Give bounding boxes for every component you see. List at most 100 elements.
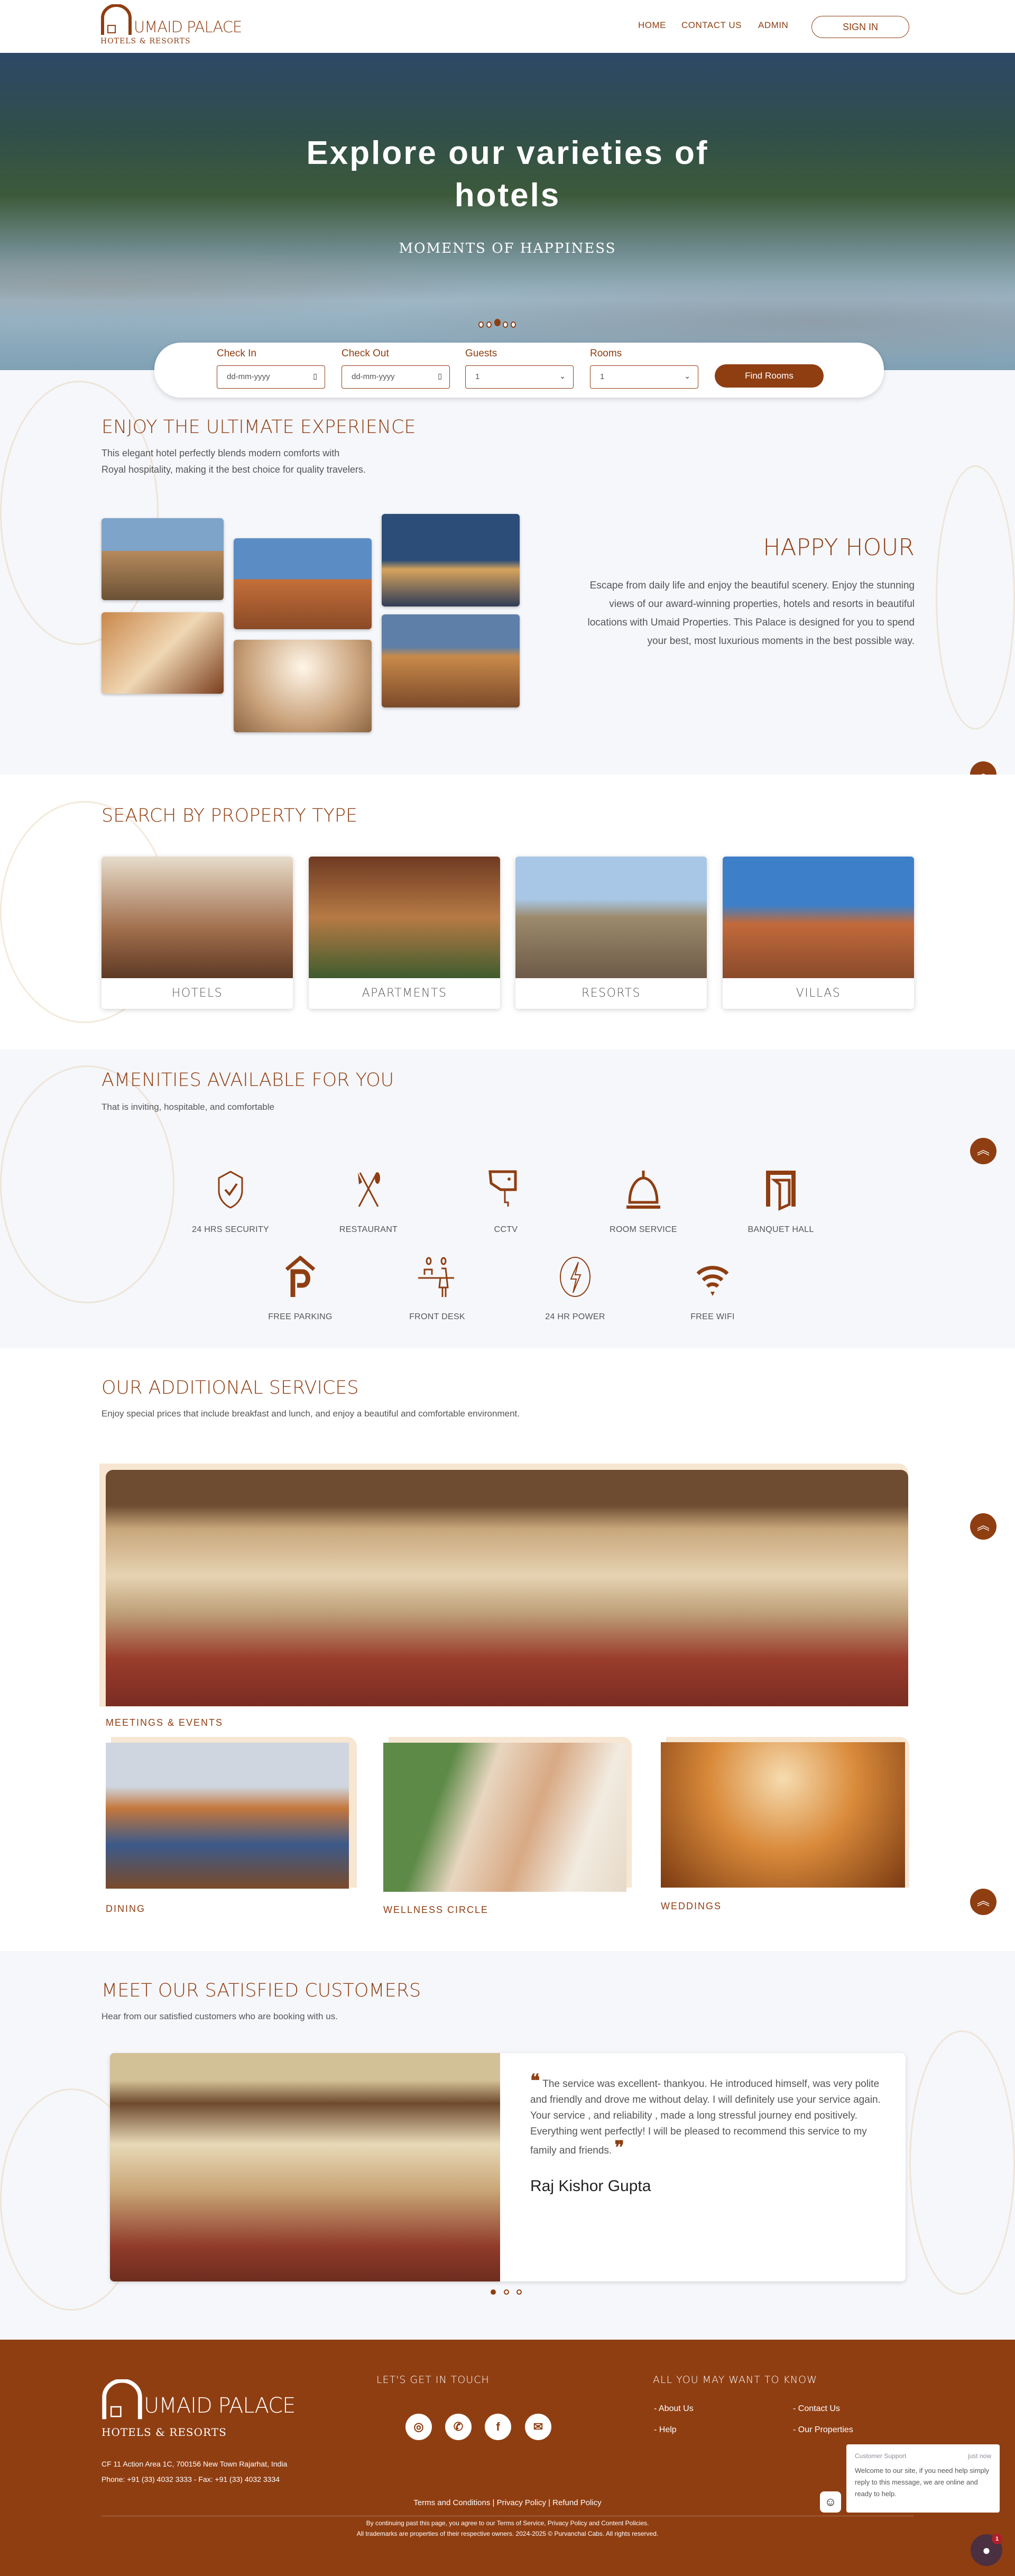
brand-name[interactable]: UMAID PALACE xyxy=(134,18,242,36)
section-title: MEET OUR SATISFIED CUSTOMERS xyxy=(102,1980,421,2001)
nav-home[interactable]: HOME xyxy=(638,20,666,31)
amenity-free-wifi: FREE WIFI xyxy=(660,1256,765,1322)
cctv-icon xyxy=(488,1170,517,1207)
property-card-villas[interactable]: VILLAS xyxy=(723,857,914,1009)
rooms-label: Rooms xyxy=(590,348,622,359)
testimonial-quote: ❝ The service was excellent- thankyou. H… xyxy=(530,2072,890,2159)
fork-spoon-icon xyxy=(358,1172,380,1207)
facebook-icon[interactable]: f xyxy=(485,2414,511,2440)
amenity-label: FREE WIFI xyxy=(690,1312,735,1321)
property-label: VILLAS xyxy=(796,987,841,1000)
front-desk-icon xyxy=(418,1257,454,1297)
footer-link-our-properties[interactable]: - Our Properties xyxy=(793,2425,853,2435)
footer-link-help[interactable]: - Help xyxy=(654,2425,677,2435)
rooms-select[interactable]: 1 ⌄ xyxy=(590,365,698,389)
whatsapp-icon[interactable]: ✆ xyxy=(445,2414,472,2440)
logo-arch-icon[interactable] xyxy=(100,4,132,36)
meetings-events-image[interactable] xyxy=(106,1470,908,1706)
carousel-dot[interactable] xyxy=(511,321,516,328)
chat-unread-badge: 1 xyxy=(992,2534,1002,2544)
hero-title: Explore our varieties of hotels xyxy=(306,135,709,214)
section-title: AMENITIES AVAILABLE FOR YOU xyxy=(102,1070,394,1091)
scroll-to-top-button[interactable]: ︽ xyxy=(970,1138,996,1164)
carousel-dot-active[interactable] xyxy=(494,319,501,326)
gallery-image xyxy=(102,518,224,600)
amenity-label: ROOM SERVICE xyxy=(610,1225,677,1234)
guests-select[interactable]: 1 ⌄ xyxy=(465,365,574,389)
guests-value: 1 xyxy=(475,372,480,381)
property-image xyxy=(723,857,914,978)
site-header: UMAID PALACE HOTELS & RESORTS HOME CONTA… xyxy=(0,0,1015,53)
nav-contact-us[interactable]: CONTACT US xyxy=(681,20,742,31)
check-in-input[interactable]: dd-mm-yyyy ▯ xyxy=(217,365,325,389)
service-label-dining[interactable]: DINING xyxy=(106,1903,145,1915)
happy-hour-text: Escape from daily life and enjoy the bea… xyxy=(587,580,915,647)
check-out-input[interactable]: dd-mm-yyyy ▯ xyxy=(342,365,450,389)
property-card-apartments[interactable]: APARTMENTS xyxy=(309,857,500,1009)
quote-close-icon: ❞ xyxy=(614,2137,624,2158)
property-label: RESORTS xyxy=(581,987,641,1000)
footer-brand: UMAID PALACE xyxy=(144,2394,296,2418)
instagram-icon[interactable]: ◎ xyxy=(405,2414,432,2440)
footer-link-contact-us[interactable]: - Contact Us xyxy=(793,2404,840,2414)
experience-section: ENJOY THE ULTIMATE EXPERIENCE This elega… xyxy=(0,370,1015,775)
booking-form: Check In dd-mm-yyyy ▯ Check Out dd-mm-yyy… xyxy=(154,343,884,398)
amenity-label: FREE PARKING xyxy=(268,1312,333,1321)
service-label-weddings[interactable]: WEDDINGS xyxy=(661,1901,722,1912)
carousel-dot[interactable] xyxy=(503,321,508,328)
amenity-label: 24 HR POWER xyxy=(545,1312,605,1321)
amenity-24-hr-power: 24 HR POWER xyxy=(522,1256,628,1322)
gallery-image xyxy=(382,614,520,707)
dining-image[interactable] xyxy=(106,1743,349,1889)
section-title: ENJOY THE ULTIMATE EXPERIENCE xyxy=(102,417,416,438)
scroll-to-top-button[interactable]: ︽ xyxy=(970,1513,996,1540)
parking-icon xyxy=(285,1255,316,1297)
footer-logo-icon xyxy=(102,2378,143,2421)
section-subtitle-line2: Royal hospitality, making it the best ch… xyxy=(102,464,366,475)
amenity-room-service: ROOM SERVICE xyxy=(590,1169,696,1235)
wellness-image[interactable] xyxy=(383,1743,626,1892)
footer-address: CF 11 Action Area 1C, 700156 New Town Ra… xyxy=(102,2460,288,2468)
property-card-resorts[interactable]: RESORTS xyxy=(515,857,707,1009)
section-subtitle: Hear from our satisfied customers who ar… xyxy=(102,2011,338,2021)
gallery-image xyxy=(382,514,520,606)
guests-label: Guests xyxy=(465,348,497,359)
happy-hour-title: HAPPY HOUR xyxy=(763,534,915,561)
footer-link-about-us[interactable]: - About Us xyxy=(654,2404,694,2414)
calendar-icon[interactable]: ▯ xyxy=(313,372,317,381)
service-label-meetings[interactable]: MEETINGS & EVENTS xyxy=(106,1717,223,1728)
footer-tagline: HOTELS & RESORTS xyxy=(102,2426,227,2439)
service-label-wellness[interactable]: WELLNESS CIRCLE xyxy=(383,1905,488,1916)
section-title: OUR ADDITIONAL SERVICES xyxy=(102,1377,359,1399)
amenity-free-parking: FREE PARKING xyxy=(247,1255,353,1322)
brand-tagline: HOTELS & RESORTS xyxy=(100,37,191,45)
floral-decoration xyxy=(936,465,1015,730)
testimonial-dot[interactable] xyxy=(516,2289,522,2295)
check-in-label: Check In xyxy=(217,348,256,359)
footer-phone: Phone: +91 (33) 4032 3333 - Fax: +91 (33… xyxy=(102,2475,280,2483)
property-card-hotels[interactable]: HOTELS xyxy=(102,857,293,1009)
testimonial-dot-active[interactable] xyxy=(491,2289,496,2295)
email-icon[interactable]: ✉ xyxy=(525,2414,551,2440)
testimonial-dot[interactable] xyxy=(504,2289,509,2295)
amenity-label: RESTAURANT xyxy=(339,1225,398,1234)
hero-carousel: Explore our varieties of hotels MOMENTS … xyxy=(0,53,1015,370)
property-image xyxy=(102,857,293,978)
section-subtitle-line1: This elegant hotel perfectly blends mode… xyxy=(102,448,340,458)
carousel-dot[interactable] xyxy=(478,321,484,328)
sign-in-button[interactable]: SIGN IN xyxy=(811,16,909,38)
chat-popup[interactable]: Customer Support just now Welcome to our … xyxy=(846,2444,1000,2513)
calendar-icon[interactable]: ▯ xyxy=(438,372,442,381)
support-avatar: ☺ xyxy=(820,2491,841,2513)
weddings-image[interactable] xyxy=(661,1742,905,1888)
hero-subtitle: MOMENTS OF HAPPINESS xyxy=(399,241,616,256)
find-rooms-button[interactable]: Find Rooms xyxy=(715,364,824,388)
section-subtitle: Enjoy special prices that include breakf… xyxy=(102,1409,520,1419)
carousel-dot[interactable] xyxy=(486,321,492,328)
amenity-24-hrs-security: 24 HRS SECURITY xyxy=(178,1169,283,1235)
legal-notice: By continuing past this page, you agree … xyxy=(366,2519,649,2527)
testimonial-image xyxy=(110,2053,500,2281)
amenity-label: 24 HRS SECURITY xyxy=(192,1225,269,1234)
scroll-to-top-button[interactable]: ︽ xyxy=(970,1889,996,1915)
nav-admin[interactable]: ADMIN xyxy=(758,20,788,31)
